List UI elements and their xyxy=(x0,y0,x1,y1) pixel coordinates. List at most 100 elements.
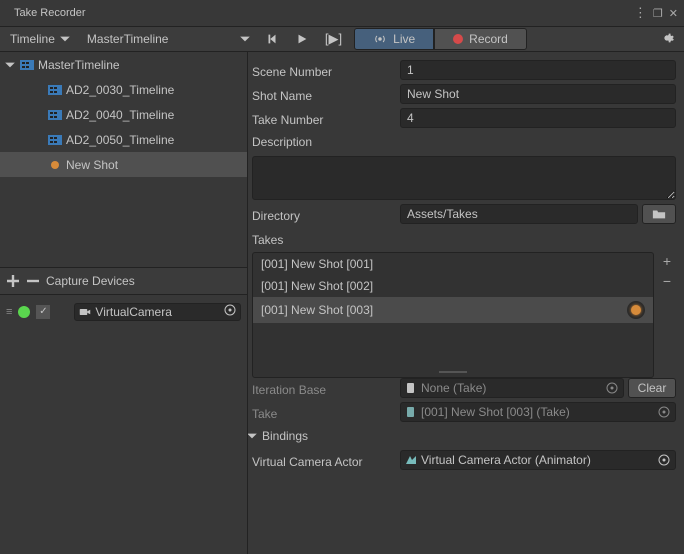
timeline-icon xyxy=(20,58,34,72)
play-icon xyxy=(295,32,309,46)
clear-button[interactable]: Clear xyxy=(628,378,676,398)
window-tab[interactable]: Take Recorder xyxy=(0,2,100,24)
target-icon xyxy=(606,382,618,394)
takes-list[interactable]: [001] New Shot [001] [001] New Shot [002]… xyxy=(252,252,654,378)
gear-icon xyxy=(660,31,674,45)
take-item-label: [001] New Shot [002] xyxy=(261,279,373,293)
tree-item[interactable]: AD2_0030_Timeline xyxy=(0,77,247,102)
tree-item-label: New Shot xyxy=(66,158,118,172)
mode-toggle: Live Record xyxy=(354,27,527,52)
timeline-icon xyxy=(48,83,62,97)
folder-icon xyxy=(652,207,666,221)
iteration-base-value: None (Take) xyxy=(421,381,486,395)
tree-item[interactable]: New Shot xyxy=(0,152,247,177)
properties-panel: Scene Number Shot Name Take Number Descr… xyxy=(248,52,684,554)
bindings-header-row[interactable]: Bindings xyxy=(248,426,676,446)
tree-item-label: AD2_0050_Timeline xyxy=(66,133,174,147)
vcam-field[interactable]: Virtual Camera Actor (Animator) xyxy=(400,450,676,470)
remove-device-button[interactable] xyxy=(26,274,40,288)
shot-name-input[interactable] xyxy=(400,84,676,104)
record-icon xyxy=(453,34,463,44)
take-item[interactable]: [001] New Shot [002] xyxy=(253,275,653,297)
take-field[interactable]: [001] New Shot [003] (Take) xyxy=(400,402,676,422)
play-button[interactable] xyxy=(287,27,317,52)
takes-side-buttons: + − xyxy=(658,252,676,290)
window-menu-icon[interactable]: ⋮ xyxy=(634,5,647,21)
timeline-label: MasterTimeline xyxy=(87,32,169,46)
tree-item[interactable]: MasterTimeline xyxy=(0,52,247,77)
left-panel: MasterTimeline AD2_0030_Timeline AD2_0040_… xyxy=(0,52,248,554)
directory-input[interactable] xyxy=(400,204,638,224)
broadcast-icon xyxy=(373,32,387,46)
device-enable-checkbox[interactable]: ✓ xyxy=(36,305,50,319)
take-item[interactable]: [001] New Shot [003] xyxy=(253,297,653,323)
take-number-row: Take Number xyxy=(252,108,676,128)
tree-item-label: MasterTimeline xyxy=(38,58,120,72)
directory-browse-button[interactable] xyxy=(642,204,676,224)
play-range-button[interactable]: [▶] xyxy=(317,27,350,52)
body: MasterTimeline AD2_0030_Timeline AD2_0040_… xyxy=(0,52,684,554)
device-list: ≡ ✓ VirtualCamera xyxy=(0,295,247,554)
shot-name-label: Shot Name xyxy=(252,86,400,103)
take-number-input[interactable] xyxy=(400,108,676,128)
context-dropdown[interactable]: Timeline xyxy=(0,28,77,50)
object-picker-button[interactable] xyxy=(657,453,671,467)
bindings-header-label: Bindings xyxy=(262,429,308,443)
add-device-button[interactable] xyxy=(6,274,20,288)
scene-number-input[interactable] xyxy=(400,60,676,80)
take-row: Take [001] New Shot [003] (Take) xyxy=(252,402,676,422)
live-mode-button[interactable]: Live xyxy=(354,28,434,50)
timeline-dropdown[interactable]: MasterTimeline xyxy=(77,28,257,50)
iteration-base-field[interactable]: None (Take) xyxy=(400,378,624,398)
chevron-down-icon xyxy=(59,33,71,45)
vcam-label: Virtual Camera Actor xyxy=(252,452,400,469)
takes-box: [001] New Shot [001] [001] New Shot [002]… xyxy=(252,252,676,374)
window-detach-icon[interactable]: ❐ xyxy=(653,7,663,20)
toolbar: Timeline MasterTimeline [▶] Live Record xyxy=(0,27,684,52)
takes-resize-handle[interactable] xyxy=(252,370,654,374)
description-area-row xyxy=(252,156,676,200)
iteration-base-label: Iteration Base xyxy=(252,380,400,397)
record-label: Record xyxy=(469,32,508,46)
vcam-row: Virtual Camera Actor Virtual Camera Acto… xyxy=(252,450,676,470)
take-label: Take xyxy=(252,404,400,421)
scene-number-row: Scene Number xyxy=(252,60,676,80)
object-picker-button[interactable] xyxy=(224,304,236,319)
live-label: Live xyxy=(393,32,415,46)
recording-indicator-icon xyxy=(627,301,645,319)
device-name-label: VirtualCamera xyxy=(95,305,171,319)
asset-icon xyxy=(405,406,417,418)
take-number-label: Take Number xyxy=(252,110,400,127)
takes-remove-button[interactable]: − xyxy=(658,272,676,290)
directory-row: Directory xyxy=(252,204,676,224)
take-item-label: [001] New Shot [003] xyxy=(261,303,373,317)
take-item[interactable]: [001] New Shot [001] xyxy=(253,253,653,275)
tree-item[interactable]: AD2_0050_Timeline xyxy=(0,127,247,152)
window-close-icon[interactable]: ✕ xyxy=(669,7,678,20)
status-indicator xyxy=(18,306,30,318)
animator-icon xyxy=(405,454,417,466)
chevron-down-icon xyxy=(248,430,258,442)
asset-icon xyxy=(405,382,417,394)
description-input[interactable] xyxy=(252,156,676,200)
description-label: Description xyxy=(252,132,400,149)
shot-name-row: Shot Name xyxy=(252,84,676,104)
device-object-field[interactable]: VirtualCamera xyxy=(74,303,241,321)
tree-item-label: AD2_0040_Timeline xyxy=(66,108,174,122)
object-picker-button[interactable] xyxy=(657,405,671,419)
settings-gear-button[interactable] xyxy=(656,27,678,52)
timeline-tree: MasterTimeline AD2_0030_Timeline AD2_0040_… xyxy=(0,52,247,267)
drag-handle-icon[interactable]: ≡ xyxy=(6,306,12,318)
tree-item[interactable]: AD2_0040_Timeline xyxy=(0,102,247,127)
skip-start-button[interactable] xyxy=(257,27,287,52)
takes-add-button[interactable]: + xyxy=(658,252,676,270)
record-mode-button[interactable]: Record xyxy=(434,28,527,50)
description-row: Description xyxy=(252,132,676,152)
tree-item-label: AD2_0030_Timeline xyxy=(66,83,174,97)
vcam-value: Virtual Camera Actor (Animator) xyxy=(421,453,591,467)
object-picker-button[interactable] xyxy=(605,381,619,395)
take-item-label: [001] New Shot [001] xyxy=(261,257,373,271)
window-buttons: ⋮ ❐ ✕ xyxy=(634,5,684,21)
takes-header-row: Takes xyxy=(252,228,676,248)
foldout-open-icon[interactable] xyxy=(4,59,16,71)
